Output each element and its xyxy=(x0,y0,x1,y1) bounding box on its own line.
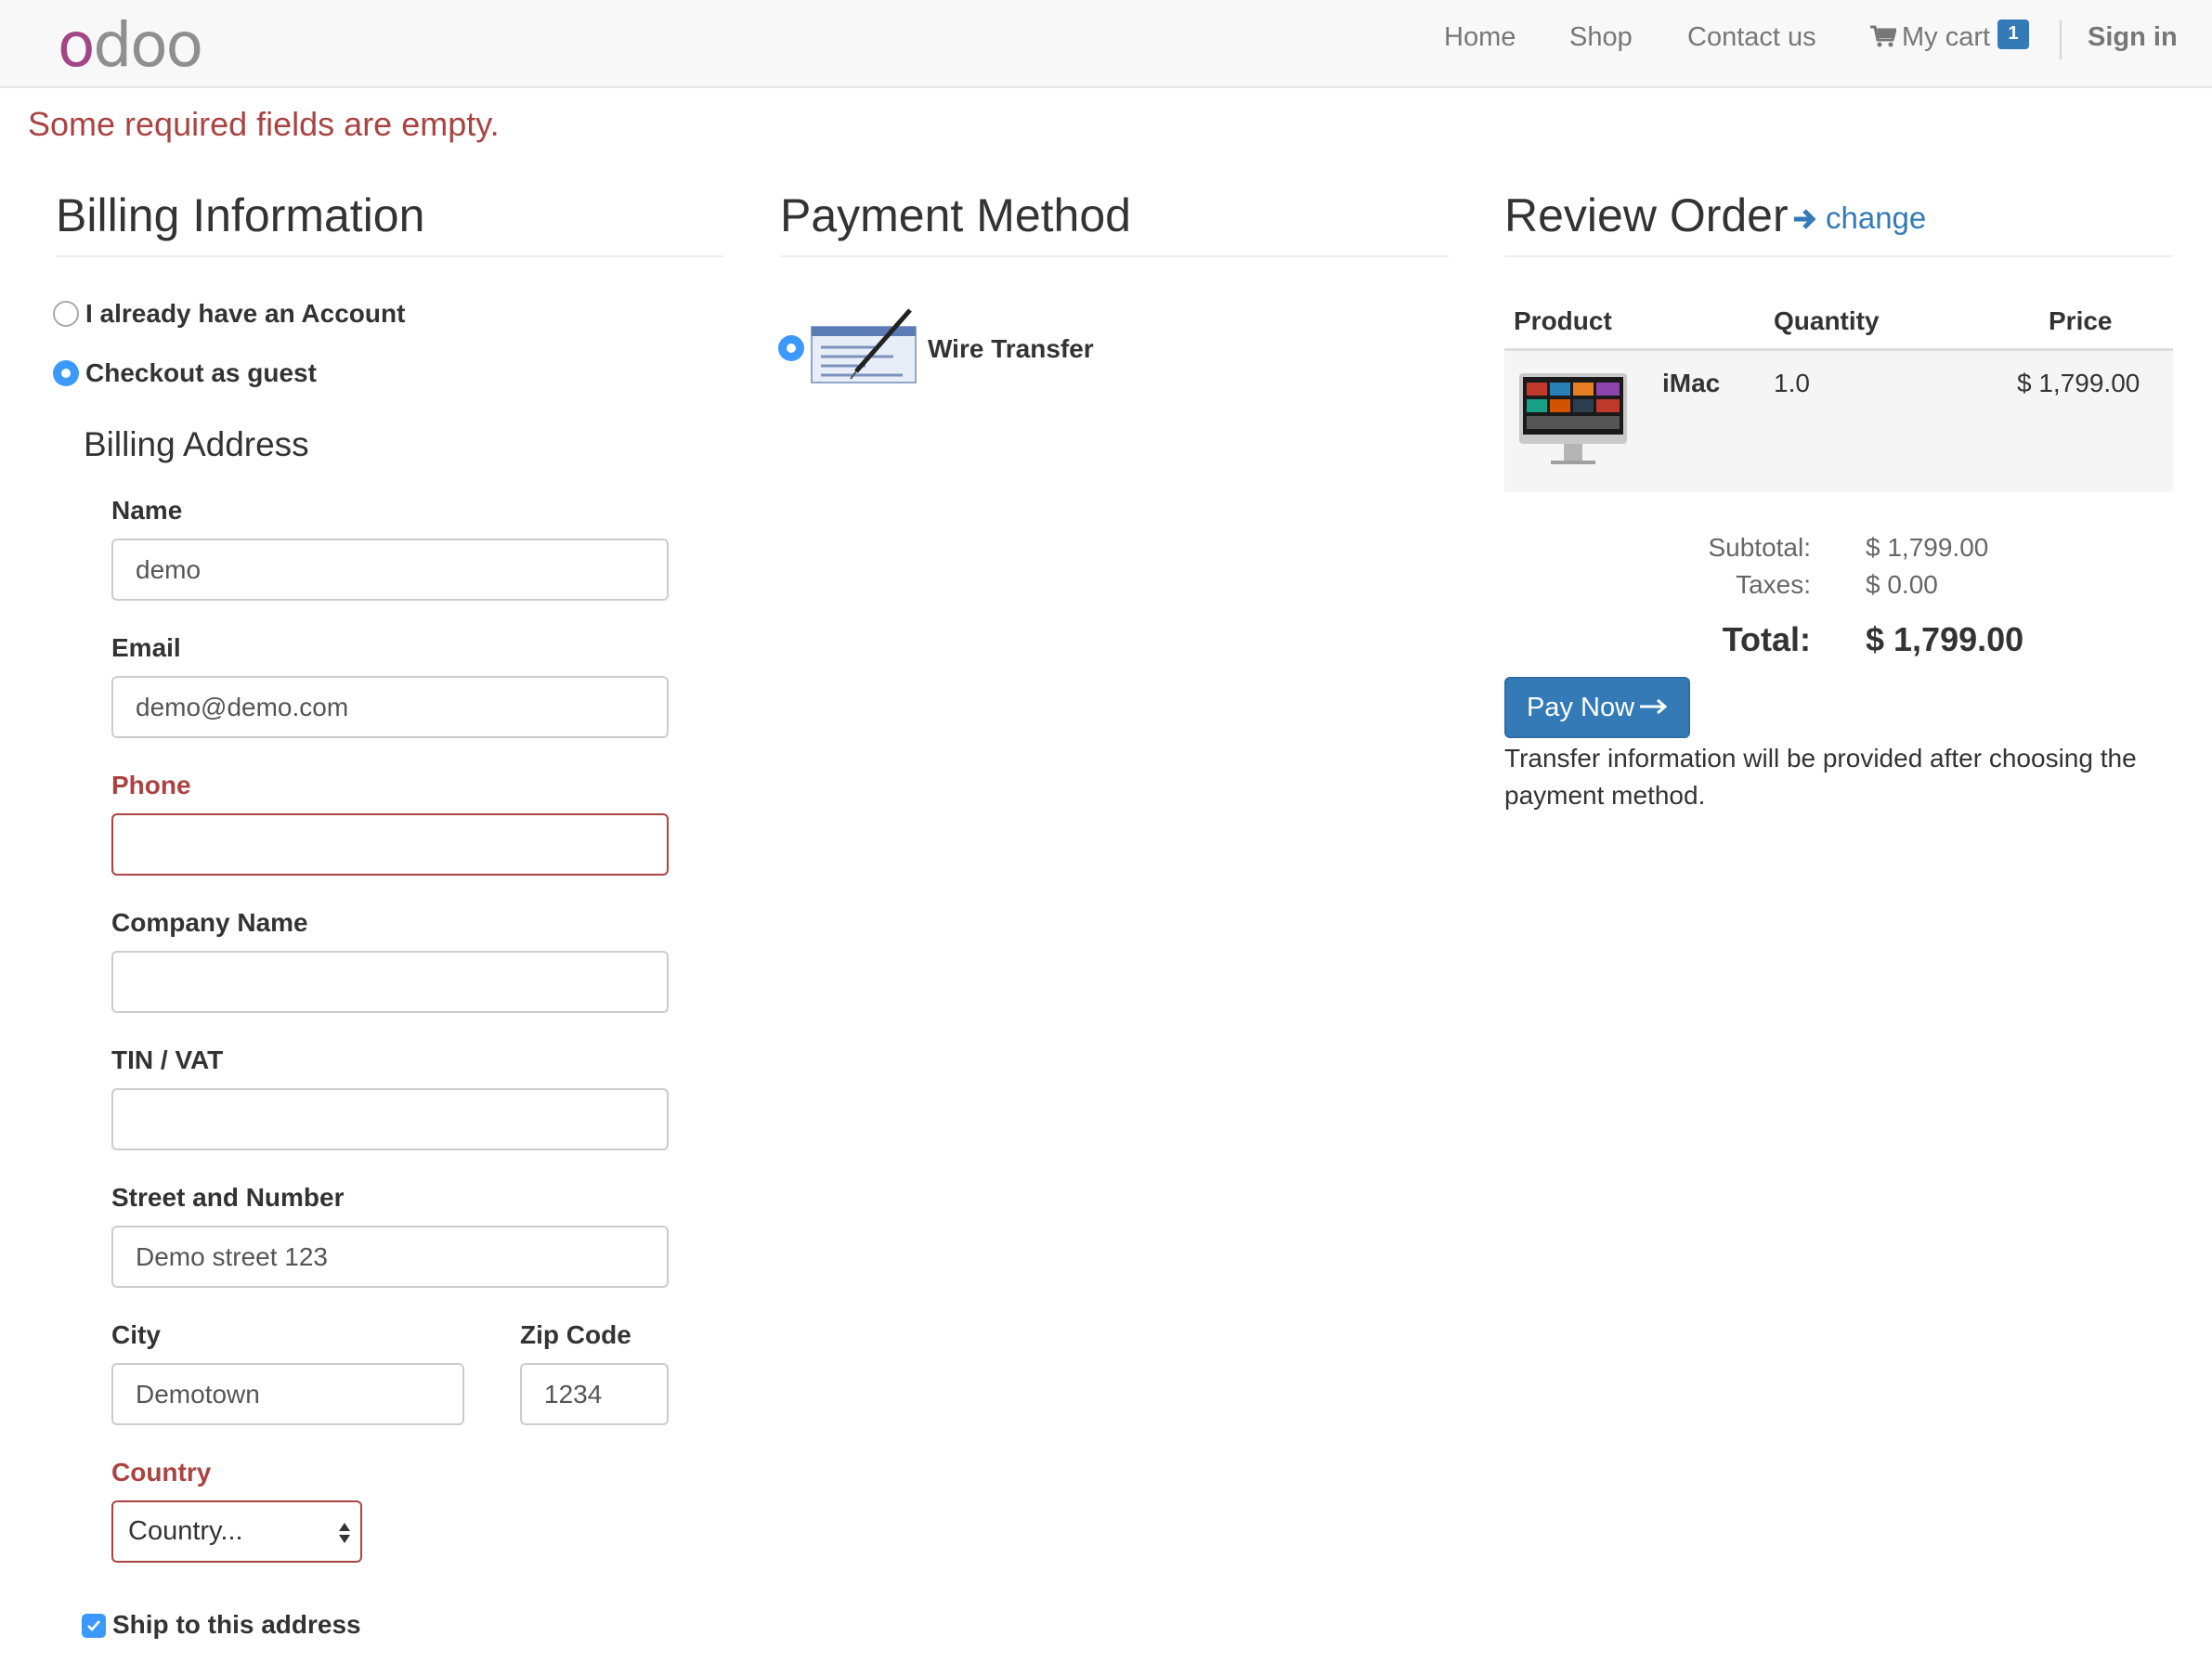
cart-icon xyxy=(1870,25,1896,47)
top-navbar: odoo Home Shop Contact us My cart 1 Sign… xyxy=(0,0,2212,88)
product-name[interactable]: iMac xyxy=(1662,369,1720,398)
total-value: $ 1,799.00 xyxy=(1866,620,2024,658)
wire-transfer-icon xyxy=(811,308,917,383)
subtotal-value: $ 1,799.00 xyxy=(1866,533,1989,562)
long-arrow-right-icon xyxy=(1640,699,1668,714)
payment-divider xyxy=(780,255,1449,257)
email-label: Email xyxy=(111,633,181,662)
name-label: Name xyxy=(111,496,183,525)
taxes-value: $ 0.00 xyxy=(1866,570,1938,599)
street-label: Street and Number xyxy=(111,1183,345,1212)
ship-to-address-checkbox[interactable] xyxy=(82,1614,106,1638)
select-arrows-icon xyxy=(339,1523,350,1543)
company-field[interactable] xyxy=(111,951,669,1013)
radio-wire-transfer[interactable] xyxy=(778,335,804,361)
cart-count-badge: 1 xyxy=(1997,19,2029,49)
street-field[interactable]: Demo street 123 xyxy=(111,1226,669,1288)
company-label: Company Name xyxy=(111,908,308,937)
phone-field[interactable] xyxy=(111,813,669,876)
vat-label: TIN / VAT xyxy=(111,1045,224,1074)
change-label: change xyxy=(1826,201,1927,235)
city-label: City xyxy=(111,1320,161,1349)
required-fields-error: Some required fields are empty. xyxy=(28,105,500,143)
column-header-price: Price xyxy=(2049,306,2113,335)
zip-field[interactable]: 1234 xyxy=(520,1363,669,1425)
radio-existing-account[interactable] xyxy=(53,301,79,327)
transfer-info-text: Transfer information will be provided af… xyxy=(1504,744,2137,810)
change-order-link[interactable]: change xyxy=(1792,201,1926,236)
nav-cart-link[interactable]: My cart xyxy=(1870,22,1990,53)
arrow-right-icon xyxy=(1794,209,1816,229)
billing-address-title: Billing Address xyxy=(84,425,309,463)
payment-title: Payment Method xyxy=(780,189,1131,241)
city-field[interactable]: Demotown xyxy=(111,1363,464,1425)
phone-label: Phone xyxy=(111,771,191,799)
zip-label: Zip Code xyxy=(520,1320,631,1349)
taxes-label: Taxes: xyxy=(1736,570,1811,599)
total-label: Total: xyxy=(1722,620,1811,658)
nav-home-link[interactable]: Home xyxy=(1444,22,1516,53)
nav-shop-link[interactable]: Shop xyxy=(1569,22,1633,53)
radio-existing-account-label[interactable]: I already have an Account xyxy=(85,299,405,329)
billing-divider xyxy=(56,255,724,257)
billing-title: Billing Information xyxy=(56,189,425,241)
radio-guest-checkout[interactable] xyxy=(53,360,79,386)
vat-field[interactable] xyxy=(111,1088,669,1150)
odoo-logo[interactable]: odoo xyxy=(58,9,203,81)
pay-now-label: Pay Now xyxy=(1526,693,1635,722)
email-field[interactable]: demo@demo.com xyxy=(111,676,669,738)
cart-label: My cart xyxy=(1902,22,1991,52)
column-header-product: Product xyxy=(1514,306,1612,335)
nav-divider xyxy=(2060,20,2062,59)
product-quantity: 1.0 xyxy=(1774,369,1810,397)
product-price: $ 1,799.00 xyxy=(2017,369,2140,397)
name-field[interactable]: demo xyxy=(111,539,669,601)
country-select-value: Country... xyxy=(128,1516,243,1546)
imac-product-image[interactable] xyxy=(1516,370,1631,472)
country-select[interactable]: Country... xyxy=(111,1500,362,1563)
ship-to-address-label[interactable]: Ship to this address xyxy=(112,1610,361,1640)
column-header-quantity: Quantity xyxy=(1774,306,1880,335)
subtotal-label: Subtotal: xyxy=(1708,533,1811,562)
sign-in-link[interactable]: Sign in xyxy=(2088,22,2178,53)
country-label: Country xyxy=(111,1458,212,1487)
pay-now-button[interactable]: Pay Now xyxy=(1504,677,1690,738)
nav-contact-link[interactable]: Contact us xyxy=(1687,22,1816,53)
radio-guest-checkout-label[interactable]: Checkout as guest xyxy=(85,358,317,388)
wire-transfer-label[interactable]: Wire Transfer xyxy=(928,334,1094,364)
review-divider xyxy=(1504,255,2173,257)
review-title: Review Order xyxy=(1504,189,1789,241)
check-icon xyxy=(87,1620,100,1631)
